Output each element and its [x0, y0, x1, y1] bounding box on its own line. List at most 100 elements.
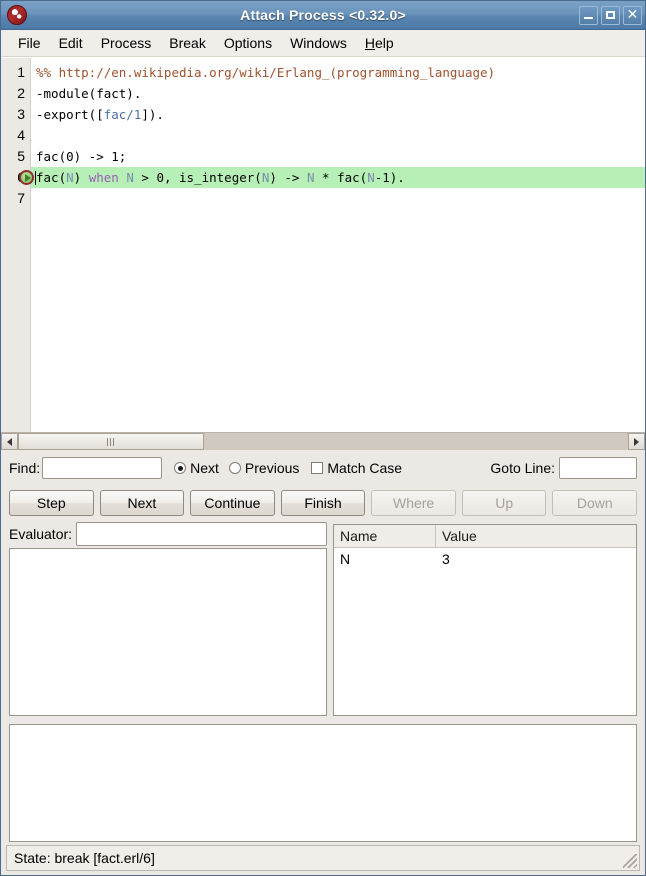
- menu-edit[interactable]: Edit: [50, 33, 92, 53]
- code-line-3: -export([fac/1]).: [31, 104, 645, 125]
- binding-name: N: [334, 548, 436, 570]
- output-pane[interactable]: [9, 724, 637, 842]
- code-token: fac(: [36, 170, 66, 185]
- minimize-button[interactable]: [579, 6, 598, 25]
- code-token: ) ->: [269, 170, 307, 185]
- evaluator-and-bindings: Evaluator: Name Value N 3: [1, 520, 645, 720]
- window-controls: ✕: [579, 6, 642, 25]
- finish-button[interactable]: Finish: [281, 490, 366, 516]
- menu-windows[interactable]: Windows: [281, 33, 356, 53]
- code-token: N: [367, 170, 375, 185]
- radio-next-dot-icon: [174, 462, 186, 474]
- radio-previous[interactable]: Previous: [229, 460, 299, 476]
- evaluator-input[interactable]: [76, 522, 327, 546]
- column-header-name[interactable]: Name: [334, 525, 436, 547]
- window-title: Attach Process <0.32.0>: [1, 7, 645, 23]
- line-number: 6: [1, 167, 30, 188]
- find-label: Find:: [9, 460, 40, 476]
- code-line-1: %% http://en.wikipedia.org/wiki/Erlang_(…: [31, 62, 645, 83]
- code-token: %% http://en.wikipedia.org/wiki/Erlang_(…: [36, 65, 495, 80]
- search-direction-group: Next Previous Match Case: [174, 460, 402, 476]
- evaluator-row: Evaluator:: [9, 520, 327, 548]
- code-token: > 0, is_integer(: [134, 170, 262, 185]
- menu-break[interactable]: Break: [160, 33, 215, 53]
- maximize-icon: [606, 11, 615, 19]
- resize-grip-icon[interactable]: [623, 854, 637, 868]
- titlebar[interactable]: Attach Process <0.32.0> ✕: [1, 1, 645, 30]
- up-button: Up: [462, 490, 547, 516]
- table-row[interactable]: N 3: [334, 548, 636, 570]
- radio-previous-dot-icon: [229, 462, 241, 474]
- line-number: 7: [1, 188, 30, 209]
- search-input[interactable]: [42, 457, 162, 479]
- code-line-7: [31, 188, 645, 209]
- menu-options[interactable]: Options: [215, 33, 281, 53]
- code-token: fac(0) -> 1;: [36, 149, 126, 164]
- radio-previous-label: Previous: [245, 460, 299, 476]
- column-header-value[interactable]: Value: [436, 525, 636, 547]
- find-toolbar: Find: Next Previous Match Case Goto Line…: [1, 450, 645, 486]
- line-number: 4: [1, 125, 30, 146]
- where-button: Where: [371, 490, 456, 516]
- evaluator-label: Evaluator:: [9, 526, 72, 542]
- code-token: ]).: [141, 107, 164, 122]
- maximize-button[interactable]: [601, 6, 620, 25]
- code-line-4: [31, 125, 645, 146]
- statusbar: State: break [fact.erl/6]: [6, 845, 640, 871]
- code-token: -1).: [375, 170, 405, 185]
- code-line-6-current: fac(N) when N > 0, is_integer(N) -> N * …: [31, 167, 645, 188]
- code-token: fac/1: [104, 107, 142, 122]
- scroll-left-button[interactable]: [1, 433, 18, 450]
- evaluator-output-area[interactable]: [9, 548, 327, 716]
- code-token: when: [89, 170, 119, 185]
- menu-file[interactable]: File: [9, 33, 50, 53]
- attach-process-window: Attach Process <0.32.0> ✕ File Edit Proc…: [0, 0, 646, 876]
- step-button[interactable]: Step: [9, 490, 94, 516]
- bindings-table-body: N 3: [334, 548, 636, 715]
- grip-icon: [107, 438, 116, 446]
- line-number-gutter[interactable]: 1 2 3 4 5 6 7: [1, 58, 31, 432]
- next-button[interactable]: Next: [100, 490, 185, 516]
- code-editor[interactable]: 1 2 3 4 5 6 7 %% http://en.wikipedia.org…: [1, 57, 645, 432]
- code-text-area[interactable]: %% http://en.wikipedia.org/wiki/Erlang_(…: [31, 58, 645, 432]
- binding-value: 3: [436, 548, 636, 570]
- code-token: -module(fact).: [36, 86, 141, 101]
- left-arrow-icon: [7, 438, 12, 446]
- close-button[interactable]: ✕: [623, 6, 642, 25]
- scroll-right-button[interactable]: [628, 433, 645, 450]
- menubar: File Edit Process Break Options Windows …: [1, 30, 645, 57]
- right-arrow-icon: [634, 438, 639, 446]
- status-text: State: break [fact.erl/6]: [14, 850, 155, 866]
- code-token: N: [66, 170, 74, 185]
- line-number: 5: [1, 146, 30, 167]
- line-number: 3: [1, 104, 30, 125]
- close-icon: ✕: [627, 8, 639, 22]
- line-number: 2: [1, 83, 30, 104]
- breakpoint-current-line-icon[interactable]: [19, 170, 34, 185]
- down-button: Down: [552, 490, 637, 516]
- code-token: * fac(: [315, 170, 368, 185]
- line-number: 1: [1, 62, 30, 83]
- match-case-checkbox[interactable]: Match Case: [311, 460, 402, 476]
- menu-help-rest: elp: [375, 35, 394, 51]
- bindings-table[interactable]: Name Value N 3: [333, 524, 637, 716]
- horizontal-scrollbar[interactable]: [1, 432, 645, 450]
- radio-next-label: Next: [190, 460, 219, 476]
- code-line-2: -module(fact).: [31, 83, 645, 104]
- bindings-table-header: Name Value: [334, 525, 636, 548]
- menu-process[interactable]: Process: [92, 33, 161, 53]
- goto-line-label: Goto Line:: [490, 460, 555, 476]
- scrollbar-thumb[interactable]: [18, 433, 204, 450]
- menu-help[interactable]: Help: [356, 33, 403, 53]
- debugger-button-row: Step Next Continue Finish Where Up Down: [1, 486, 645, 520]
- menu-help-mnemonic: H: [365, 35, 375, 51]
- code-token: -export([: [36, 107, 104, 122]
- match-case-label: Match Case: [327, 460, 402, 476]
- continue-button[interactable]: Continue: [190, 490, 275, 516]
- checkbox-icon: [311, 462, 323, 474]
- goto-line-input[interactable]: [559, 457, 637, 479]
- radio-next[interactable]: Next: [174, 460, 219, 476]
- minimize-icon: [584, 17, 593, 19]
- evaluator-pane: Evaluator:: [9, 520, 327, 720]
- scrollbar-track[interactable]: [18, 433, 628, 450]
